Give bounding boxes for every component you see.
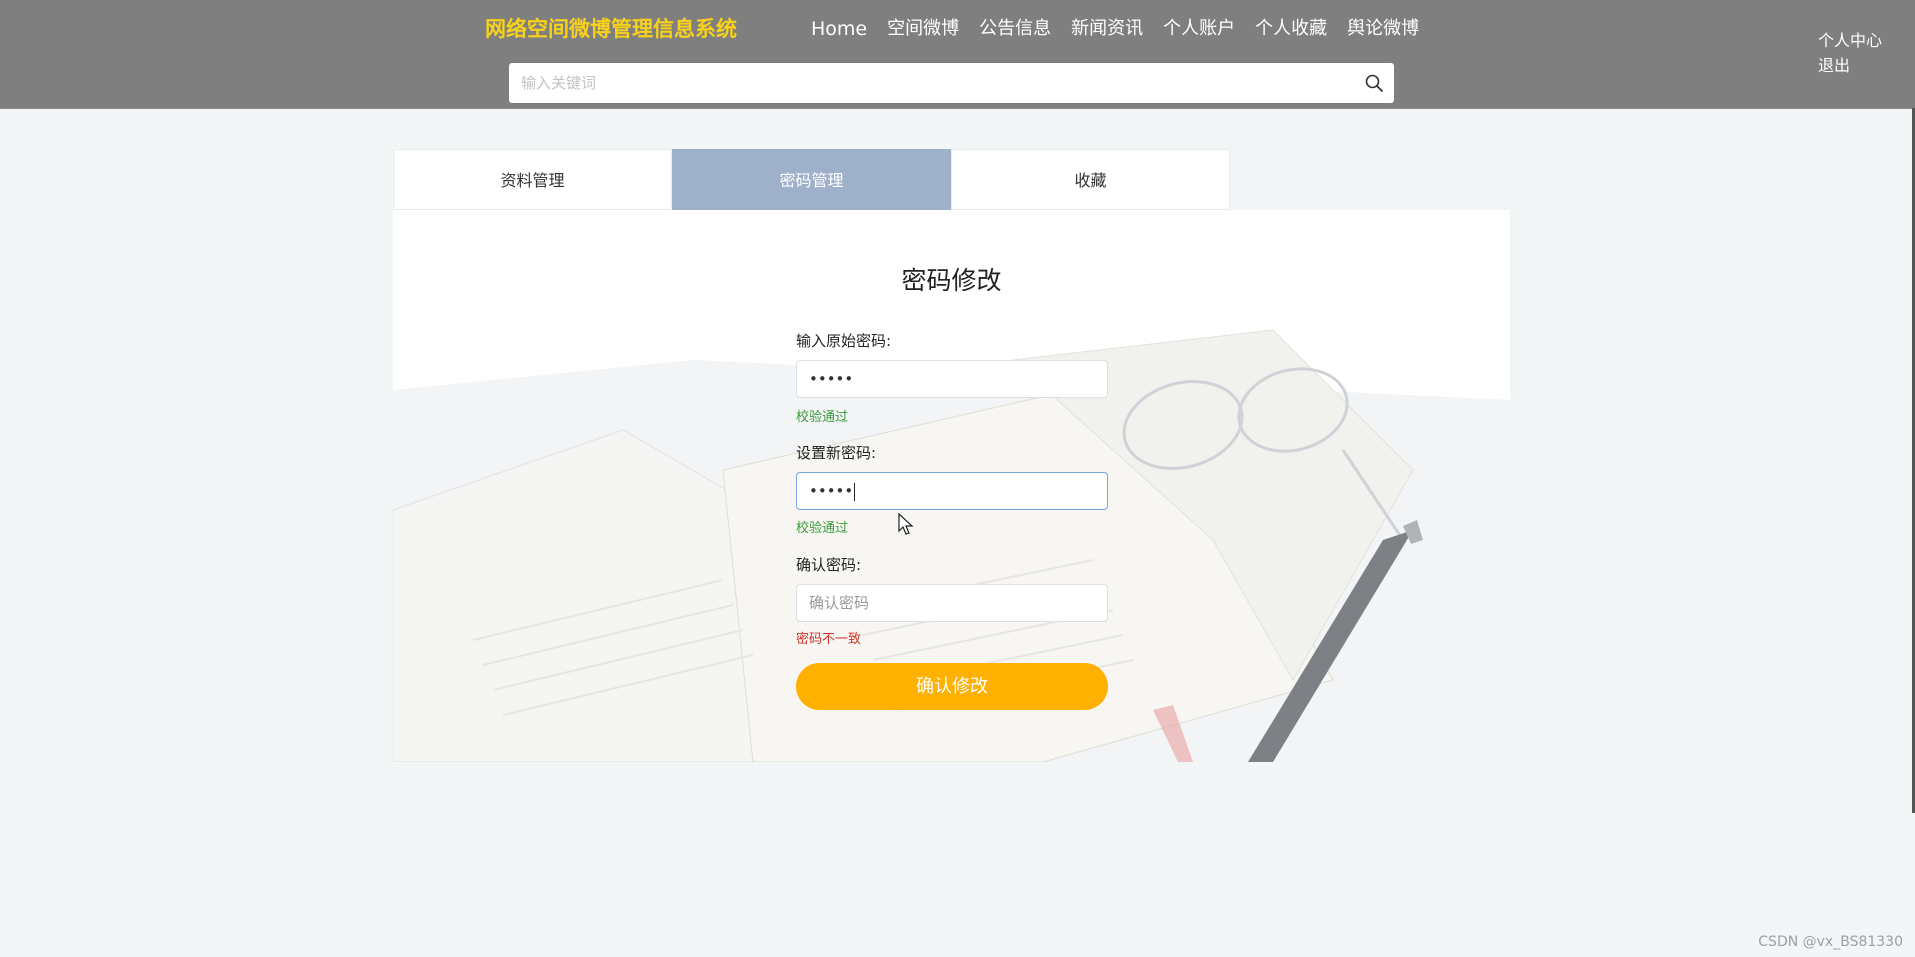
new-password-value: ••••• (809, 482, 854, 500)
tab-favorites[interactable]: 收藏 (951, 149, 1230, 210)
nav-space-weibo[interactable]: 空间微博 (887, 14, 959, 44)
old-password-value: ••••• (809, 370, 854, 388)
new-password-field[interactable]: ••••• (796, 472, 1108, 510)
new-password-status: 校验通过 (796, 521, 849, 536)
top-navbar: 网络空间微博管理信息系统 Home 空间微博 公告信息 新闻资讯 个人账户 个人… (0, 0, 1915, 109)
search-icon[interactable] (1364, 73, 1384, 93)
site-title[interactable]: 网络空间微博管理信息系统 (485, 14, 737, 44)
nav-news[interactable]: 新闻资讯 (1071, 14, 1143, 44)
nav-public-opinion-weibo[interactable]: 舆论微博 (1347, 14, 1419, 44)
nav-home[interactable]: Home (811, 14, 867, 44)
search-input[interactable] (509, 63, 1339, 103)
user-links: 个人中心 退出 (1818, 28, 1882, 78)
logout-link[interactable]: 退出 (1818, 53, 1882, 78)
nav-announcements[interactable]: 公告信息 (979, 14, 1051, 44)
password-panel: 密码修改 输入原始密码: ••••• 校验通过 设置新密码: ••••• 校验通… (393, 210, 1510, 762)
watermark: CSDN @vx_BS81330 (1758, 934, 1903, 950)
confirm-password-field (796, 584, 1108, 622)
tab-profile[interactable]: 资料管理 (393, 149, 672, 210)
user-center-link[interactable]: 个人中心 (1818, 28, 1882, 53)
confirm-change-button[interactable]: 确认修改 (796, 663, 1108, 710)
main-nav: Home 空间微博 公告信息 新闻资讯 个人账户 个人收藏 舆论微博 (811, 14, 1439, 44)
form-title: 密码修改 (901, 266, 1002, 295)
tab-password[interactable]: 密码管理 (672, 149, 951, 210)
confirm-password-status: 密码不一致 (796, 632, 862, 647)
confirm-password-input[interactable] (809, 586, 1095, 620)
search-bar (509, 63, 1394, 103)
new-password-label: 设置新密码: (796, 444, 877, 462)
old-password-field[interactable]: ••••• (796, 360, 1108, 398)
old-password-status: 校验通过 (796, 410, 849, 425)
confirm-password-label: 确认密码: (796, 556, 862, 574)
account-tabs: 资料管理 密码管理 收藏 (393, 149, 1230, 210)
old-password-label: 输入原始密码: (796, 332, 892, 350)
mouse-cursor-icon (898, 513, 914, 535)
nav-personal-favorites[interactable]: 个人收藏 (1255, 14, 1327, 44)
text-caret (854, 482, 856, 501)
nav-personal-account[interactable]: 个人账户 (1163, 14, 1235, 44)
